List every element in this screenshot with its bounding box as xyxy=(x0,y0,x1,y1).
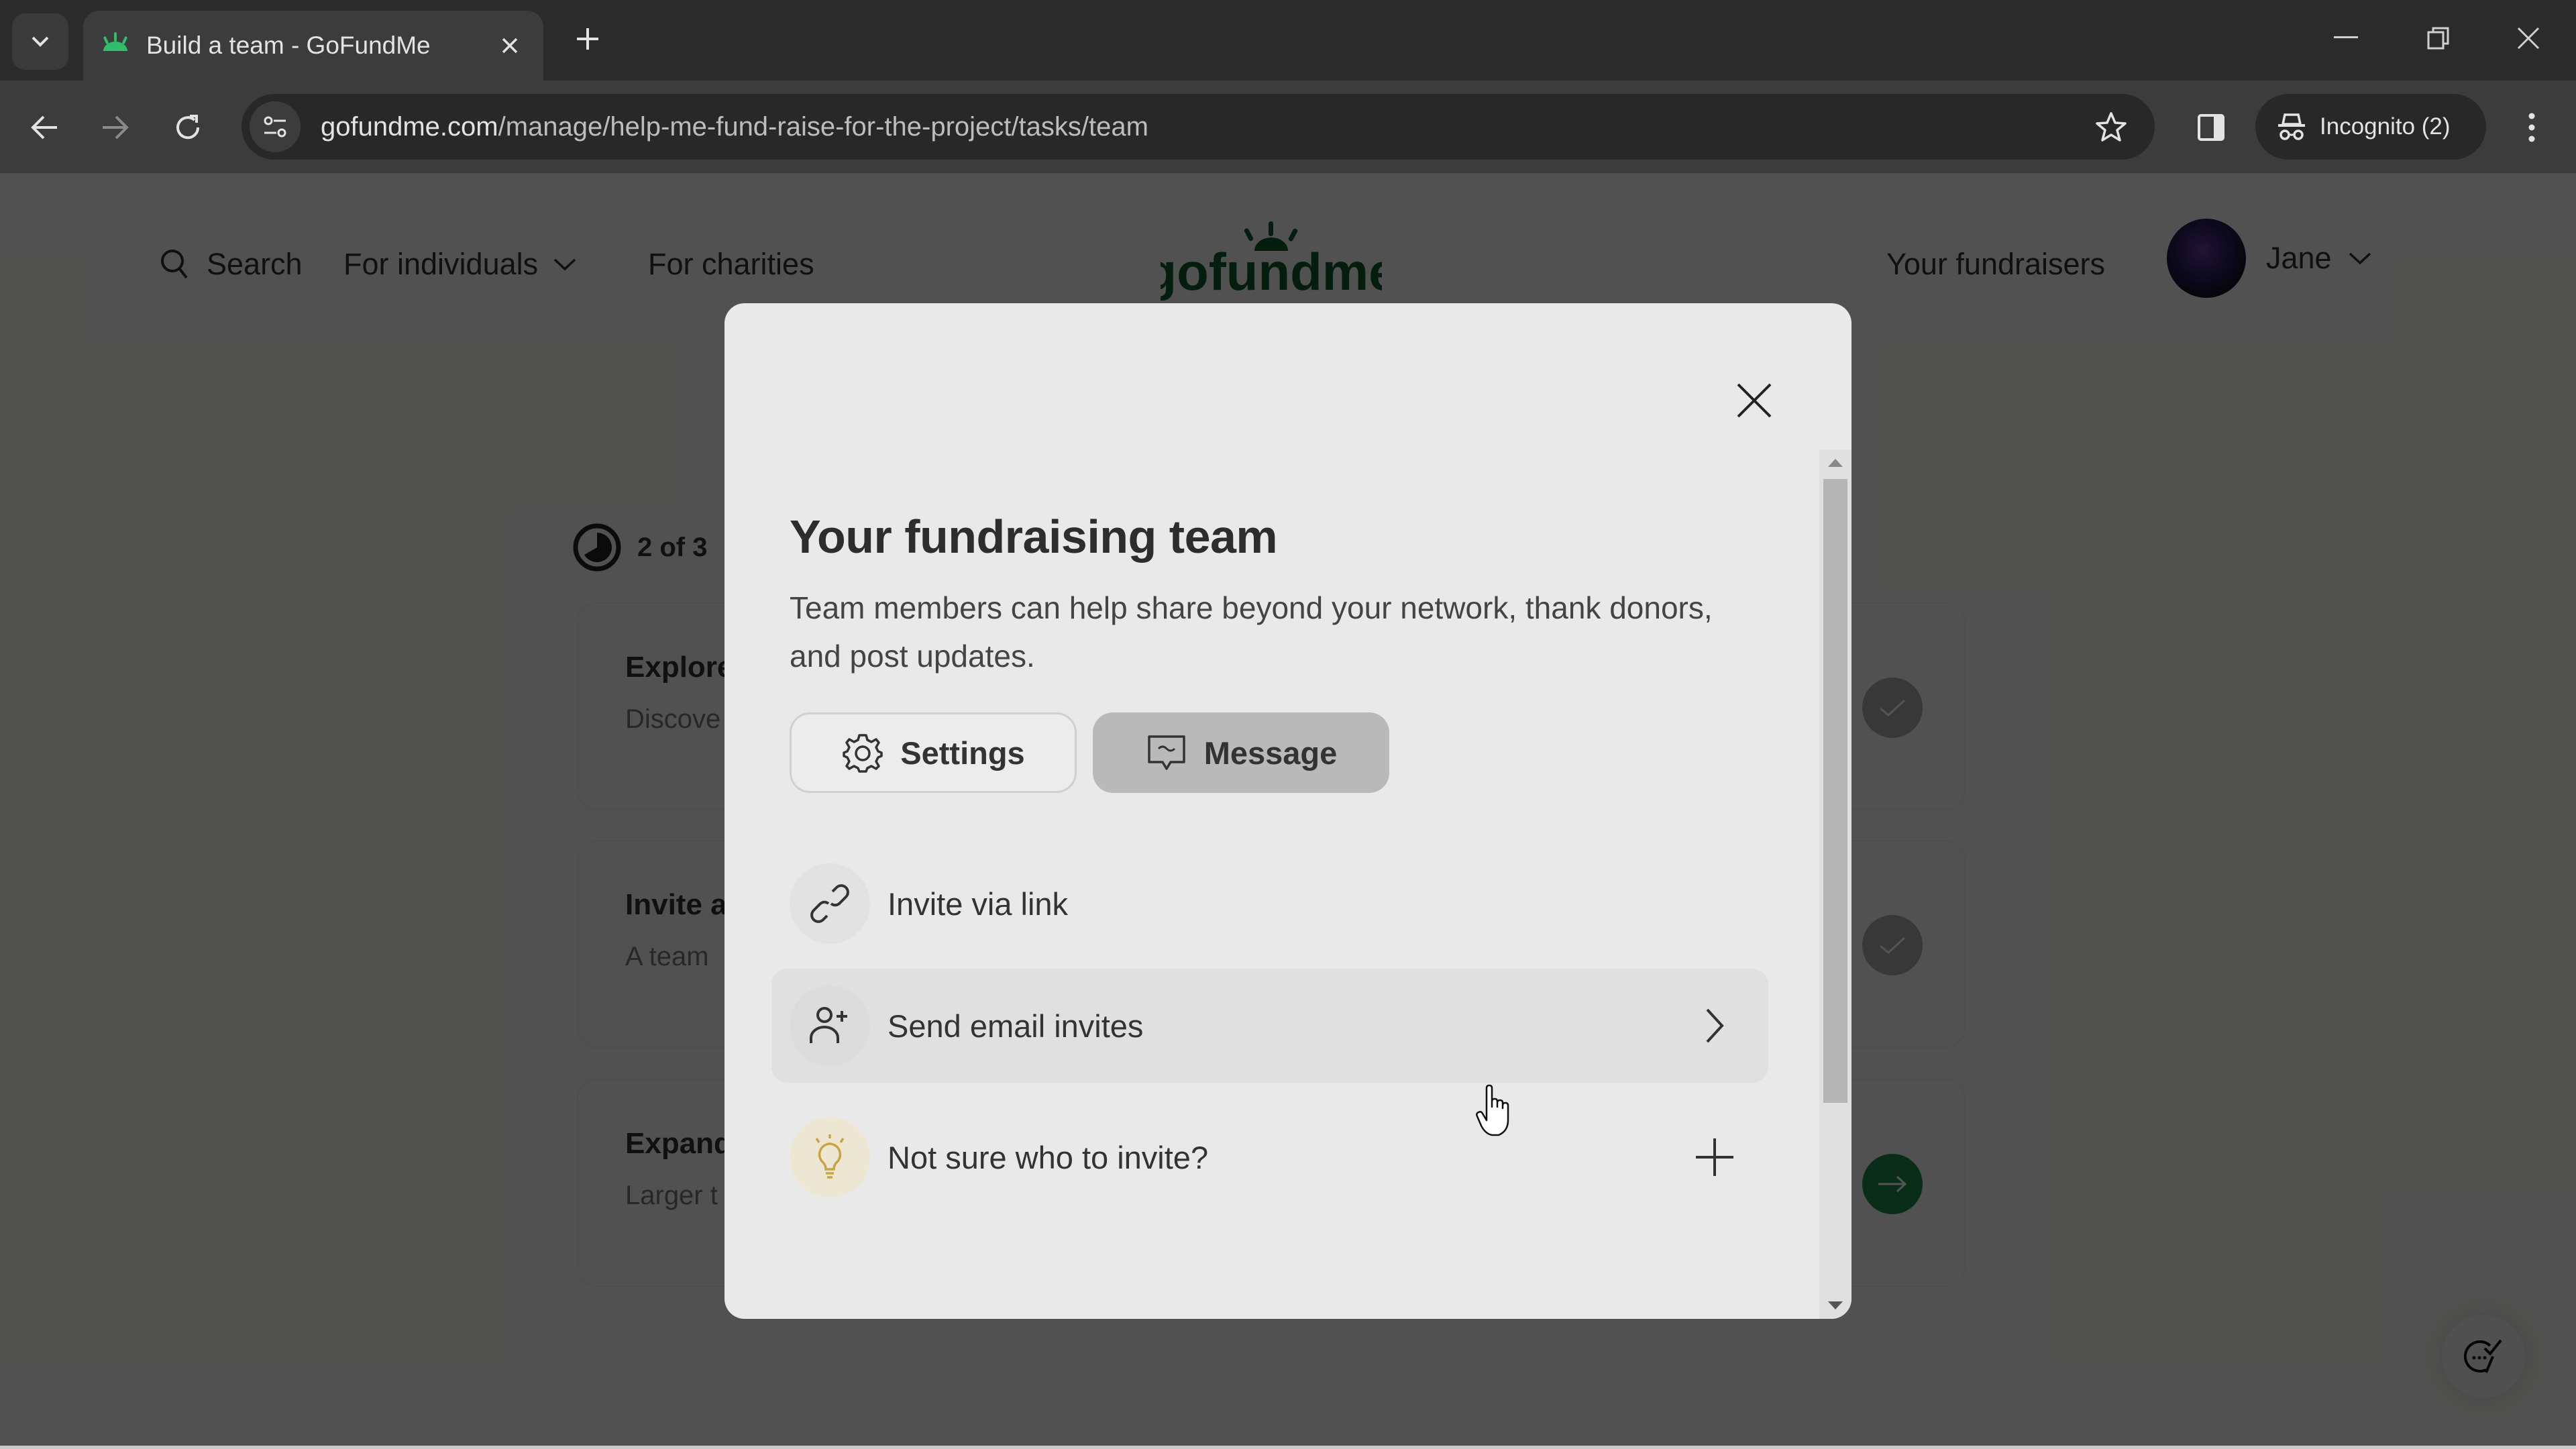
scroll-down-button[interactable] xyxy=(1819,1292,1851,1319)
scroll-up-button[interactable] xyxy=(1819,449,1851,476)
restore-icon xyxy=(2427,27,2449,50)
bookmark-button[interactable] xyxy=(2088,103,2135,150)
tab-close-button[interactable] xyxy=(490,25,530,66)
option-label: Not sure who to invite? xyxy=(888,1139,1209,1175)
browser-tab-strip: Build a team - GoFundMe xyxy=(0,0,2576,80)
chevron-right-icon xyxy=(1706,1008,1724,1043)
not-sure-who-to-invite-option[interactable]: Not sure who to invite? xyxy=(771,1100,1768,1214)
chevron-right-button xyxy=(1688,999,1741,1053)
url-host: gofundme.com xyxy=(321,111,498,142)
message-label: Message xyxy=(1203,735,1338,771)
forward-arrow-icon xyxy=(103,115,129,140)
plus-icon xyxy=(1696,1138,1733,1176)
lightbulb-icon xyxy=(815,1134,845,1179)
new-tab-button[interactable] xyxy=(568,19,608,59)
message-icon xyxy=(1147,735,1185,770)
star-icon xyxy=(2096,112,2127,142)
incognito-label: Incognito (2) xyxy=(2320,113,2451,140)
modal-scroll-area: Your fundraising team Team members can h… xyxy=(724,444,1819,1319)
browser-menu-button[interactable] xyxy=(2505,101,2559,154)
triangle-up-icon xyxy=(1828,459,1843,467)
gear-icon xyxy=(843,734,883,773)
site-info-icon xyxy=(264,116,286,138)
hand-pointer-cursor-icon xyxy=(1476,1084,1509,1136)
lightbulb-icon-wrapper xyxy=(790,1117,870,1197)
reload-icon xyxy=(176,115,200,140)
forward-button[interactable] xyxy=(89,101,142,154)
close-window-icon xyxy=(2517,27,2540,50)
fundraising-team-modal: Your fundraising team Team members can h… xyxy=(724,303,1851,1319)
back-arrow-icon xyxy=(31,115,57,140)
triangle-down-icon xyxy=(1828,1301,1843,1309)
restore-button[interactable] xyxy=(2408,15,2469,62)
option-label: Invite via link xyxy=(888,885,1069,922)
close-window-button[interactable] xyxy=(2498,15,2559,62)
message-button[interactable]: Message xyxy=(1093,712,1389,793)
plus-icon xyxy=(577,28,598,50)
address-bar[interactable]: gofundme.com/manage/help-me-fund-raise-f… xyxy=(241,94,2155,160)
minimize-icon xyxy=(2334,36,2358,38)
close-icon xyxy=(502,38,518,54)
site-info-button[interactable] xyxy=(250,101,301,152)
tab-title: Build a team - GoFundMe xyxy=(146,32,431,59)
option-label: Send email invites xyxy=(888,1008,1144,1044)
incognito-icon xyxy=(2278,113,2305,140)
modal-description: Team members can help share beyond your … xyxy=(790,590,1713,674)
url-path: /manage/help-me-fund-raise-for-the-proje… xyxy=(498,111,1148,142)
browser-toolbar: gofundme.com/manage/help-me-fund-raise-f… xyxy=(0,80,2576,173)
tab-search-button[interactable] xyxy=(12,13,68,70)
link-icon xyxy=(810,884,849,923)
back-button[interactable] xyxy=(17,101,71,154)
settings-button[interactable]: Settings xyxy=(790,712,1077,793)
window-bottom-edge xyxy=(0,1446,2576,1449)
modal-scrollbar[interactable] xyxy=(1819,449,1851,1319)
gofundme-sprout-icon xyxy=(103,32,127,51)
send-email-invites-option[interactable]: Send email invites xyxy=(771,969,1768,1083)
invite-via-link-option[interactable]: Invite via link xyxy=(771,847,1768,961)
close-icon xyxy=(1737,383,1772,418)
modal-action-buttons: Settings Message xyxy=(790,712,1389,793)
settings-label: Settings xyxy=(900,735,1025,771)
incognito-profile-button[interactable]: Incognito (2) xyxy=(2255,94,2486,160)
modal-close-button[interactable] xyxy=(1717,364,1791,437)
chevron-down-icon xyxy=(32,36,49,47)
side-panel-button[interactable] xyxy=(2184,101,2238,154)
kebab-menu-icon xyxy=(2528,113,2535,142)
expand-button[interactable] xyxy=(1688,1130,1741,1184)
add-person-icon xyxy=(810,1007,847,1043)
minimize-button[interactable] xyxy=(2316,15,2376,62)
browser-tab-active[interactable]: Build a team - GoFundMe xyxy=(83,11,543,80)
reload-button[interactable] xyxy=(161,101,215,154)
scrollbar-thumb[interactable] xyxy=(1823,479,1847,1103)
url-text: gofundme.com/manage/help-me-fund-raise-f… xyxy=(321,112,2088,142)
add-person-icon-wrapper xyxy=(790,985,870,1066)
side-panel-icon xyxy=(2198,114,2224,141)
modal-title: Your fundraising team xyxy=(790,511,1278,563)
link-icon-wrapper xyxy=(790,863,870,944)
